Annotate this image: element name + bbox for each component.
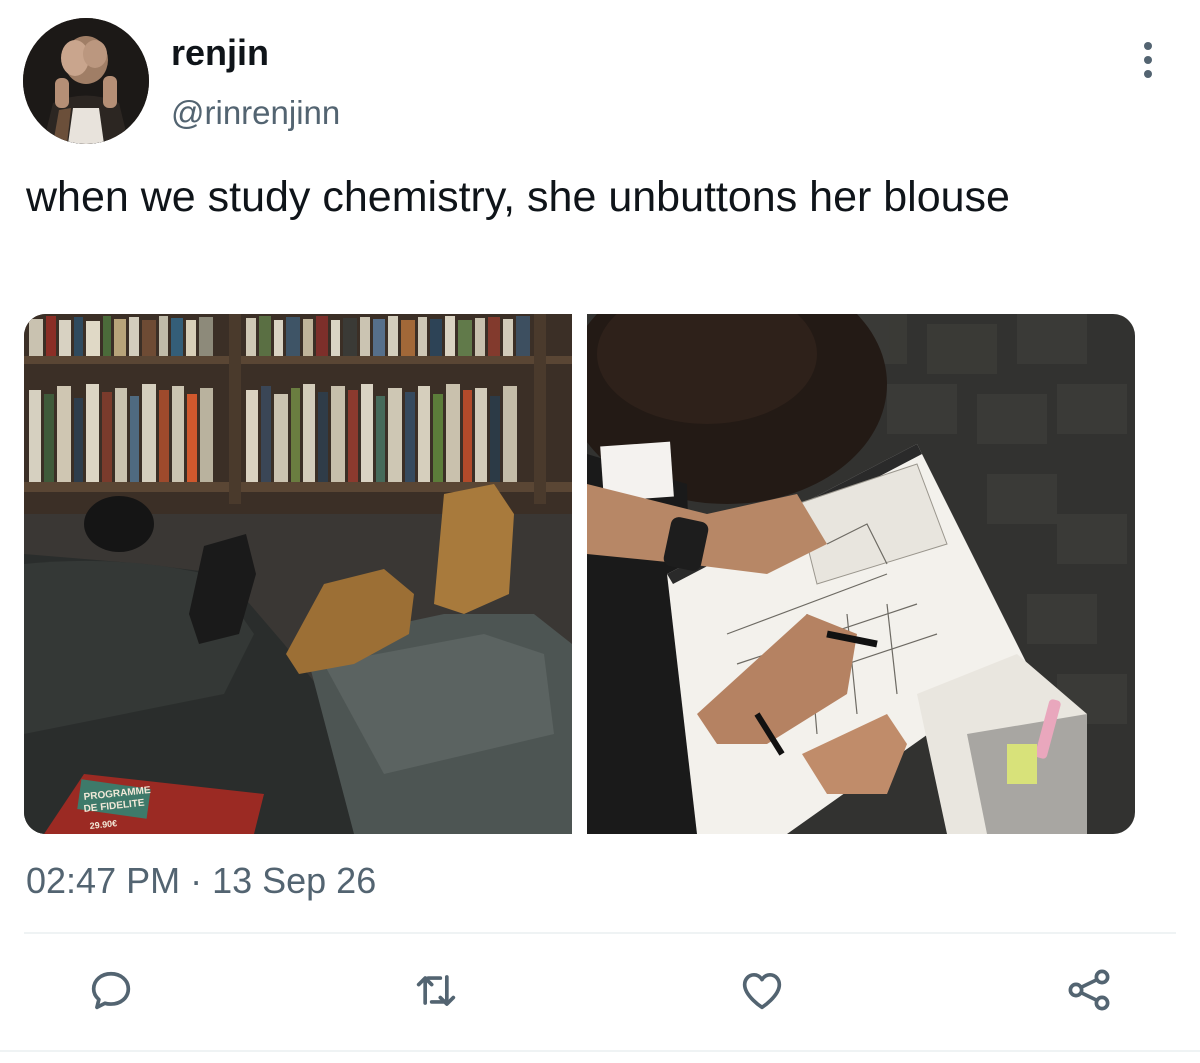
reply-button[interactable]	[76, 955, 146, 1025]
heart-icon	[742, 972, 782, 1010]
bottom-divider	[0, 1050, 1200, 1052]
divider	[24, 932, 1176, 934]
handle[interactable]: @rinrenjinn	[171, 93, 340, 133]
retweet-arrows-icon	[416, 975, 456, 1006]
display-name[interactable]: renjin	[171, 30, 269, 76]
share-button[interactable]	[1054, 955, 1124, 1025]
library-photo-image: PROGRAMME DE FIDELITE 29.90€	[24, 314, 572, 834]
like-button[interactable]	[727, 955, 797, 1025]
more-options-button[interactable]	[1126, 38, 1170, 82]
speech-bubble-icon	[91, 971, 131, 1010]
action-bar	[0, 955, 1200, 1025]
sketchbook-photo-image	[587, 314, 1135, 834]
tweet-timestamp[interactable]: 02:47 PM · 13 Sep 26	[26, 858, 376, 904]
photo-library[interactable]: PROGRAMME DE FIDELITE 29.90€	[24, 314, 572, 834]
share-nodes-icon	[1068, 969, 1110, 1011]
avatar[interactable]	[23, 18, 149, 144]
vertical-dots-icon	[1144, 42, 1152, 78]
tweet-text: when we study chemistry, she unbuttons h…	[26, 173, 1010, 221]
media-grid: PROGRAMME DE FIDELITE 29.90€	[24, 314, 1135, 834]
retweet-button[interactable]	[401, 955, 471, 1025]
avatar-photo	[23, 18, 149, 144]
photo-sketchbook[interactable]	[587, 314, 1135, 834]
